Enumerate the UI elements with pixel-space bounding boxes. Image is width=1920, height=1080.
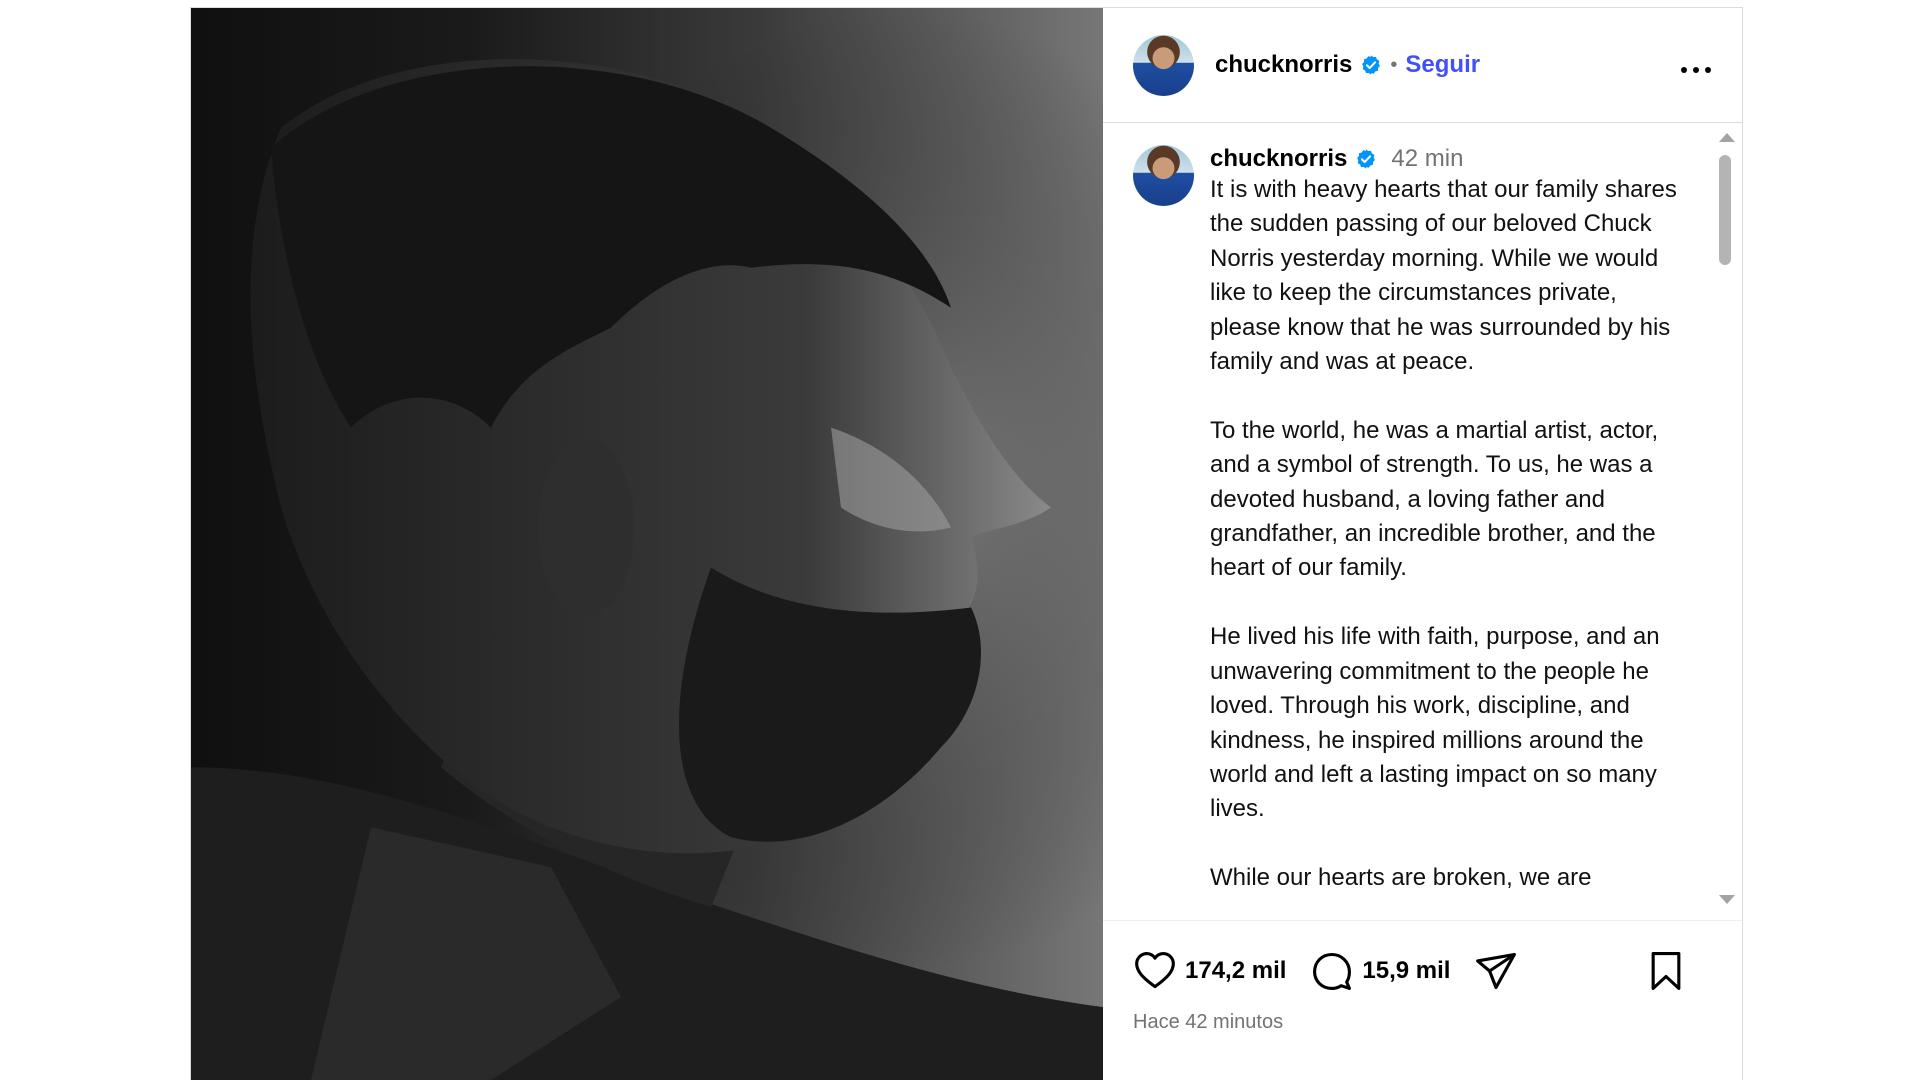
scrollbar-thumb[interactable] xyxy=(1719,155,1731,265)
scrollbar[interactable] xyxy=(1716,133,1735,920)
heart-icon[interactable] xyxy=(1133,949,1177,993)
comment-icon[interactable] xyxy=(1310,949,1354,993)
caption-header: chucknorris 42 min xyxy=(1210,145,1680,173)
scroll-up-arrow-icon[interactable] xyxy=(1719,133,1735,142)
post-side-panel: chucknorris • Seguir chucknorris 42 min … xyxy=(1103,8,1742,1080)
like-action: 174,2 mil xyxy=(1133,949,1286,993)
comment-action: 15,9 mil xyxy=(1310,949,1450,993)
like-count[interactable]: 174,2 mil xyxy=(1185,957,1286,985)
caption: chucknorris 42 min It is with heavy hear… xyxy=(1103,123,1742,896)
comments-scroll-area[interactable]: chucknorris 42 min It is with heavy hear… xyxy=(1103,123,1742,920)
caption-text: It is with heavy hearts that our family … xyxy=(1210,176,1677,892)
separator-dot: • xyxy=(1390,53,1398,76)
action-bar: 174,2 mil 15,9 mil xyxy=(1133,947,1712,995)
save-action xyxy=(1644,949,1688,993)
bookmark-icon[interactable] xyxy=(1644,949,1688,993)
post-timestamp[interactable]: Hace 42 minutos xyxy=(1133,1011,1712,1034)
post-dialog: chucknorris • Seguir chucknorris 42 min … xyxy=(190,7,1743,1080)
share-action xyxy=(1474,949,1518,993)
post-photo[interactable] xyxy=(191,8,1103,1080)
share-icon[interactable] xyxy=(1474,949,1518,993)
verified-badge-icon xyxy=(1355,148,1377,170)
verified-badge-icon xyxy=(1360,54,1382,76)
follow-button[interactable]: Seguir xyxy=(1405,51,1480,79)
caption-body: chucknorris 42 min It is with heavy hear… xyxy=(1210,145,1680,896)
portrait-image xyxy=(191,8,1103,1080)
avatar[interactable] xyxy=(1133,34,1194,96)
post-footer: 174,2 mil 15,9 mil Hace 42 minutos xyxy=(1103,920,1742,1080)
caption-avatar[interactable] xyxy=(1133,145,1194,206)
caption-username[interactable]: chucknorris xyxy=(1210,145,1347,173)
comment-count[interactable]: 15,9 mil xyxy=(1362,957,1450,985)
header-username[interactable]: chucknorris xyxy=(1215,51,1352,79)
caption-time[interactable]: 42 min xyxy=(1391,145,1463,173)
scroll-down-arrow-icon[interactable] xyxy=(1719,895,1735,904)
post-header: chucknorris • Seguir xyxy=(1103,8,1742,123)
more-options-icon[interactable] xyxy=(1680,50,1712,80)
